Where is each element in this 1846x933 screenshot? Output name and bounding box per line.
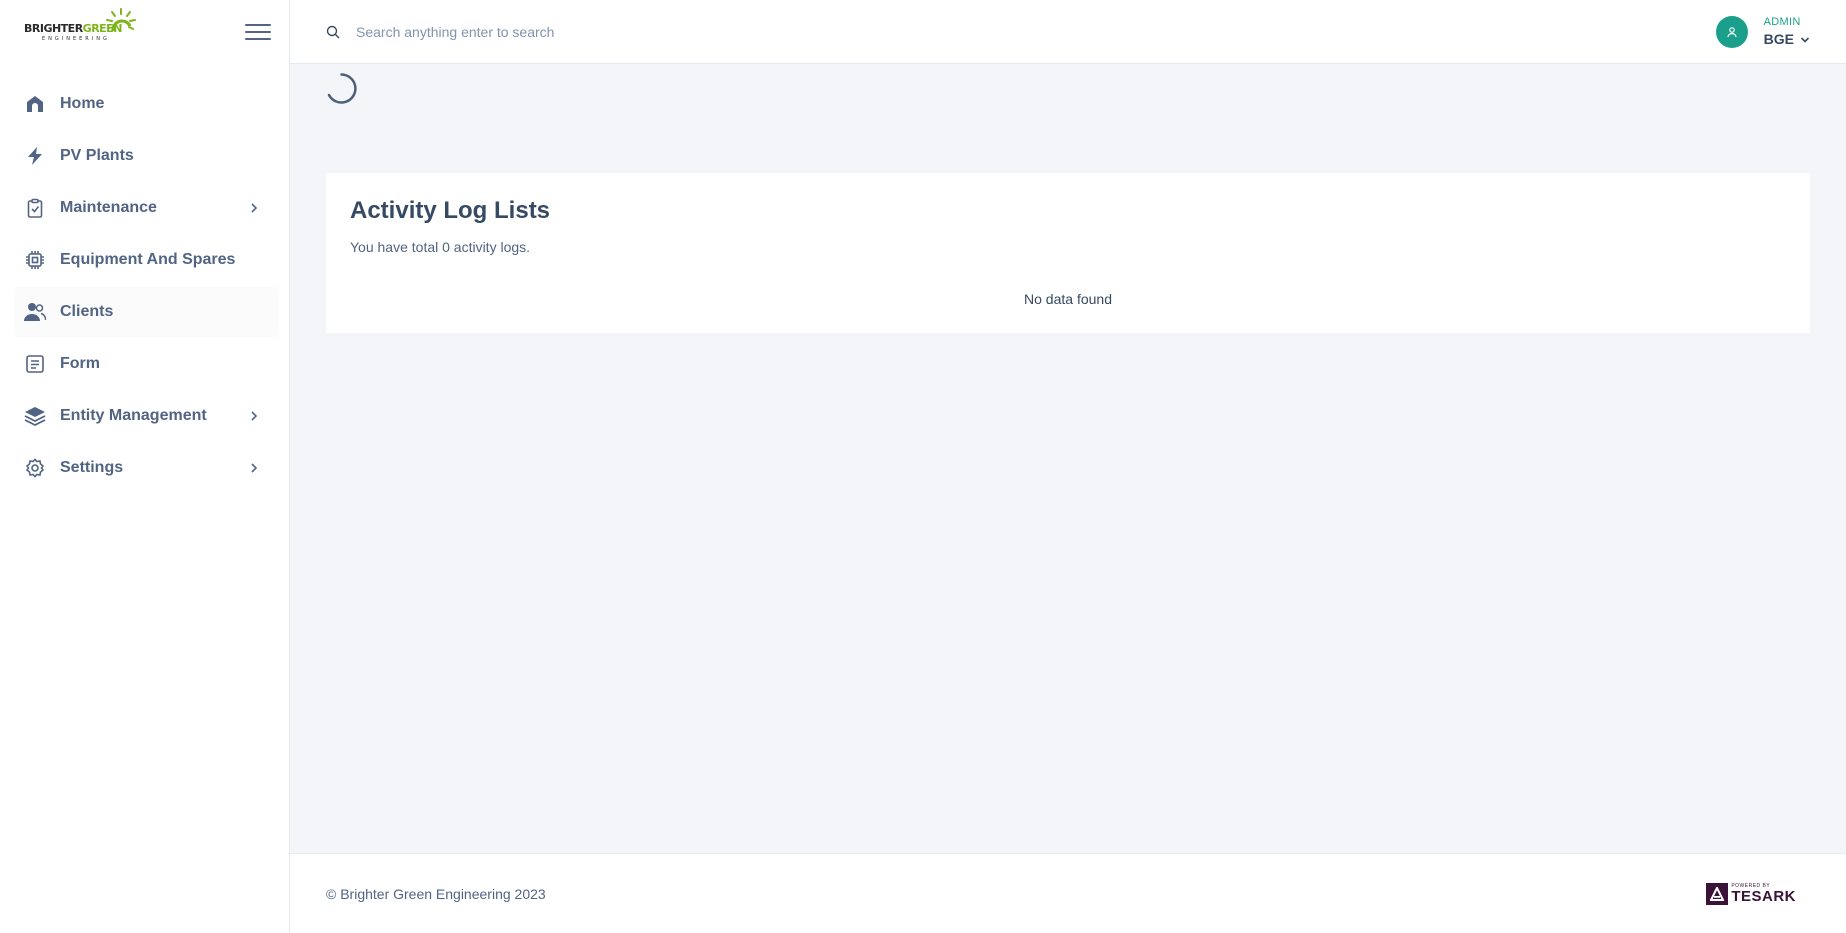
sidebar-brand: BRIGHTER GREEN ENGINEERING [0, 0, 289, 64]
chevron-right-icon [249, 463, 259, 473]
sidebar-item-label: PV Plants [60, 147, 134, 164]
search-bar [326, 23, 1716, 40]
users-icon [24, 301, 46, 323]
form-icon [24, 353, 46, 375]
layers-icon [24, 405, 46, 427]
hamburger-line [245, 31, 271, 33]
user-role: ADMIN [1763, 16, 1801, 28]
user-icon [1727, 26, 1737, 37]
sidebar-item-form[interactable]: Form [14, 339, 279, 389]
sidebar-item-home[interactable]: Home [14, 79, 279, 129]
sidebar: BRIGHTER GREEN ENGINEERING Home PV Plants [0, 0, 290, 933]
brand-logo[interactable]: BRIGHTER GREEN ENGINEERING [24, 7, 136, 42]
bolt-icon [24, 145, 46, 167]
chevron-right-icon [249, 411, 259, 421]
activity-count-text: You have total 0 activity logs. [350, 239, 531, 255]
sun-logo-icon [106, 7, 136, 31]
menu-toggle-button[interactable] [245, 22, 271, 42]
copyright-text: © Brighter Green Engineering 2023 [326, 885, 546, 902]
sidebar-menu: Home PV Plants Maintenance Equipment And… [0, 79, 289, 493]
sidebar-item-label: Maintenance [60, 199, 157, 216]
sidebar-item-label: Home [60, 95, 105, 112]
sidebar-item-label: Entity Management [60, 407, 207, 424]
chip-icon [24, 249, 46, 271]
sidebar-item-label: Equipment And Spares [60, 251, 236, 268]
user-info: ADMIN BGE [1764, 16, 1810, 47]
loading-spinner-icon [327, 73, 357, 104]
footer: © Brighter Green Engineering 2023 POWERE… [290, 853, 1846, 933]
user-name-text: BGE [1763, 31, 1794, 47]
sidebar-item-label: Clients [60, 303, 114, 320]
sidebar-item-pv-plants[interactable]: PV Plants [14, 131, 279, 181]
sidebar-item-entity-management[interactable]: Entity Management [14, 391, 279, 441]
search-input[interactable] [356, 23, 776, 40]
top-header: ADMIN BGE [290, 0, 1846, 64]
tesark-logo-icon [1706, 882, 1729, 905]
gear-icon [24, 457, 46, 479]
user-dropdown[interactable]: ADMIN BGE [1715, 15, 1810, 48]
sidebar-item-settings[interactable]: Settings [14, 443, 279, 493]
hamburger-line [245, 24, 271, 26]
powered-by-logo[interactable]: POWERED BY TESARK [1706, 882, 1796, 905]
sidebar-item-label: Settings [60, 459, 124, 476]
avatar[interactable] [1715, 15, 1748, 48]
activity-log-card: Activity Log Lists You have total 0 acti… [326, 173, 1810, 333]
powered-by-brand: TESARK [1731, 887, 1796, 905]
home-icon [24, 93, 46, 115]
clipboard-check-icon [24, 197, 46, 219]
sidebar-item-clients[interactable]: Clients [14, 287, 279, 337]
user-name: BGE [1764, 31, 1810, 47]
sidebar-item-equipment-and-spares[interactable]: Equipment And Spares [14, 235, 279, 285]
hamburger-line [245, 38, 271, 40]
page-title: Activity Log Lists [350, 197, 551, 224]
sidebar-item-label: Form [60, 355, 100, 372]
logo-word-brighter: BRIGHTER [24, 21, 83, 35]
search-icon[interactable] [326, 25, 340, 39]
sidebar-item-maintenance[interactable]: Maintenance [14, 183, 279, 233]
empty-state-text: No data found [1024, 291, 1112, 307]
chevron-down-icon[interactable] [1800, 36, 1810, 44]
powered-by-text: POWERED BY TESARK [1731, 883, 1796, 905]
chevron-right-icon [249, 203, 259, 213]
